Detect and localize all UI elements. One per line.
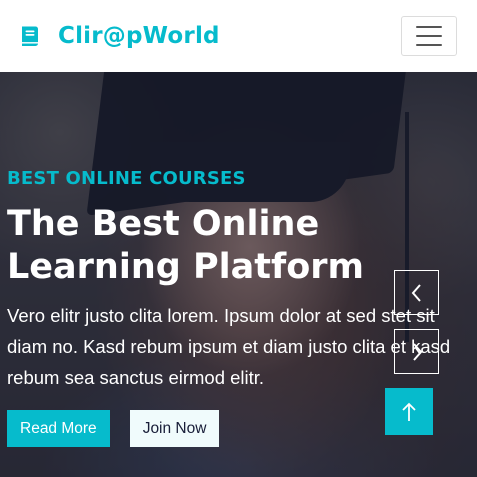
- navbar: Clir@pWorld: [0, 0, 477, 72]
- hero-description: Vero elitr justo clita lorem. Ipsum dolo…: [7, 305, 451, 388]
- book-icon: [18, 24, 42, 48]
- carousel-prev-button[interactable]: [394, 270, 439, 315]
- menu-toggle-button[interactable]: [401, 16, 457, 56]
- chevron-right-icon: [412, 342, 422, 361]
- hero-title: The Best Online Learning Platform: [7, 203, 457, 289]
- hero-subtitle: BEST ONLINE COURSES: [7, 168, 246, 189]
- read-more-button[interactable]: Read More: [7, 410, 110, 447]
- carousel-next-button[interactable]: [394, 329, 439, 374]
- hero-carousel: BEST ONLINE COURSES The Best Online Lear…: [0, 72, 477, 477]
- back-to-top-button[interactable]: [385, 388, 433, 435]
- chevron-left-icon: [411, 283, 421, 302]
- brand-name: Clir@pWorld: [58, 23, 220, 49]
- join-now-button[interactable]: Join Now: [129, 410, 220, 447]
- hamburger-menu-icon: [416, 26, 442, 28]
- brand-link[interactable]: Clir@pWorld: [18, 23, 220, 49]
- hero-title-line1: The Best Online: [7, 204, 320, 244]
- arrow-up-icon: [402, 402, 416, 421]
- hero-title-line2: Learning Platform: [7, 247, 364, 287]
